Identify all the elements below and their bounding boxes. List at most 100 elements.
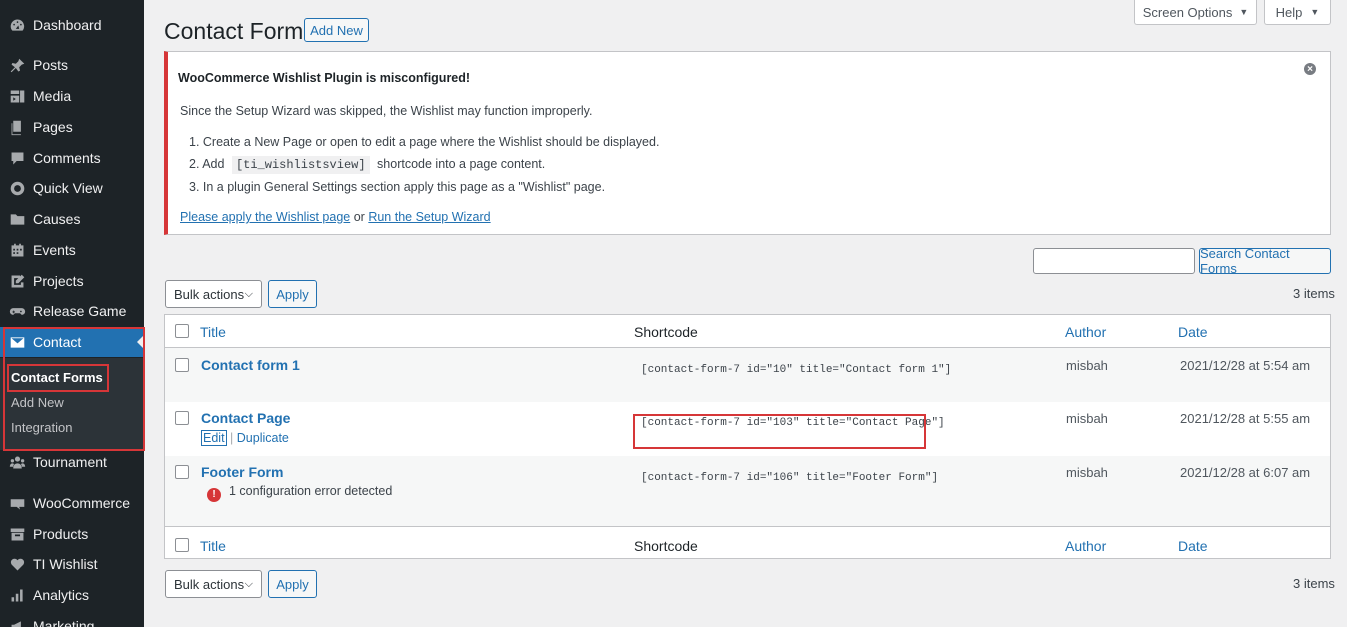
menu-products[interactable]: Products xyxy=(0,519,144,549)
apply-wishlist-page-link[interactable]: Please apply the Wishlist page xyxy=(180,210,350,224)
menu-label: Tournament xyxy=(33,454,107,470)
column-title[interactable]: Title xyxy=(200,324,226,340)
table-row: Contact Page Edit | Duplicate [contact-f… xyxy=(165,402,1330,456)
notice-step-3: 3. In a plugin General Settings section … xyxy=(189,180,606,194)
column-author[interactable]: Author xyxy=(1065,324,1106,340)
row-date: 2021/12/28 at 6:07 am xyxy=(1180,465,1311,480)
submenu-contact-forms[interactable]: Contact Forms xyxy=(11,370,103,385)
items-count-top: 3 items xyxy=(1293,286,1335,301)
menu-marketing[interactable]: Marketing xyxy=(0,611,144,627)
wishlist-notice: WooCommerce Wishlist Plugin is misconfig… xyxy=(164,51,1331,235)
menu-projects[interactable]: Projects xyxy=(0,266,144,296)
row-shortcode[interactable]: [contact-form-7 id="103" title="Contact … xyxy=(641,417,945,429)
row-title-link[interactable]: Contact Page xyxy=(201,410,290,426)
comments-icon xyxy=(7,148,27,168)
row-shortcode[interactable]: [contact-form-7 id="10" title="Contact f… xyxy=(641,364,951,376)
chevron-down-icon: ⌵ xyxy=(244,287,253,300)
contact-forms-table: Title Shortcode Author Date Contact form… xyxy=(164,314,1331,559)
row-date: 2021/12/28 at 5:55 am xyxy=(1180,411,1311,426)
search-input[interactable] xyxy=(1033,248,1195,274)
items-count-bottom: 3 items xyxy=(1293,576,1335,591)
select-all-checkbox-bottom[interactable] xyxy=(175,538,189,552)
row-checkbox[interactable] xyxy=(175,358,189,372)
dismiss-icon[interactable]: × xyxy=(1304,63,1316,75)
menu-pages[interactable]: Pages xyxy=(0,112,144,142)
row-title-link[interactable]: Footer Form xyxy=(201,464,283,480)
menu-tournament[interactable]: Tournament xyxy=(0,447,144,477)
notice-title: WooCommerce Wishlist Plugin is misconfig… xyxy=(178,71,471,85)
menu-label: Marketing xyxy=(33,618,95,627)
edit-icon xyxy=(7,271,27,291)
submenu-integration[interactable]: Integration xyxy=(11,420,72,435)
menu-events[interactable]: Events xyxy=(0,235,144,265)
select-all-checkbox[interactable] xyxy=(175,324,189,338)
notice-links: Please apply the Wishlist page or Run th… xyxy=(180,210,491,224)
caret-down-icon: ▼ xyxy=(1310,7,1320,17)
chart-icon xyxy=(7,585,27,605)
bulk-actions-label: Bulk actions xyxy=(174,286,245,302)
menu-label: Contact xyxy=(33,334,82,350)
menu-label: Analytics xyxy=(33,587,90,603)
archive-icon xyxy=(7,524,27,544)
group-icon xyxy=(7,452,27,472)
row-author[interactable]: misbah xyxy=(1066,411,1108,426)
column-date[interactable]: Date xyxy=(1178,324,1208,340)
menu-causes[interactable]: Causes xyxy=(0,204,144,234)
submenu-add-new[interactable]: Add New xyxy=(11,395,64,410)
menu-ti-wishlist[interactable]: TI Wishlist xyxy=(0,549,144,579)
column-author[interactable]: Author xyxy=(1065,538,1106,554)
menu-dashboard[interactable]: Dashboard xyxy=(0,10,144,40)
row-checkbox[interactable] xyxy=(175,411,189,425)
calendar-icon xyxy=(7,240,27,260)
help-label: Help xyxy=(1275,4,1303,20)
menu-quick-view[interactable]: Quick View xyxy=(0,173,144,203)
edit-link[interactable]: Edit xyxy=(201,430,227,446)
contact-submenu: Contact Forms Add New Integration xyxy=(0,358,144,450)
column-title[interactable]: Title xyxy=(200,538,226,554)
row-checkbox[interactable] xyxy=(175,465,189,479)
folder-icon xyxy=(7,209,27,229)
menu-label: Pages xyxy=(33,119,73,135)
menu-contact[interactable]: Contact xyxy=(0,327,144,357)
menu-label: Projects xyxy=(33,273,84,289)
apply-button-bottom[interactable]: Apply xyxy=(268,570,317,598)
run-setup-wizard-link[interactable]: Run the Setup Wizard xyxy=(368,210,490,224)
menu-posts[interactable]: Posts xyxy=(0,50,144,80)
config-error-text: 1 configuration error detected xyxy=(229,484,393,498)
search-contact-forms-button[interactable]: Search Contact Forms xyxy=(1199,246,1331,276)
row-actions-separator: | xyxy=(230,431,234,445)
pin-icon xyxy=(7,55,27,75)
mail-icon xyxy=(7,332,27,352)
menu-media[interactable]: Media xyxy=(0,81,144,111)
wishlist-shortcode: [ti_wishlistsview] xyxy=(231,156,370,174)
add-new-button[interactable]: Add New xyxy=(304,18,369,42)
menu-label: Dashboard xyxy=(33,17,102,33)
row-author[interactable]: misbah xyxy=(1066,358,1108,373)
menu-label: Posts xyxy=(33,57,69,73)
row-author[interactable]: misbah xyxy=(1066,465,1108,480)
apply-button-top[interactable]: Apply xyxy=(268,280,317,308)
row-shortcode[interactable]: [contact-form-7 id="106" title="Footer F… xyxy=(641,472,938,484)
menu-label: Products xyxy=(33,526,89,542)
menu-label: Comments xyxy=(33,150,101,166)
menu-analytics[interactable]: Analytics xyxy=(0,580,144,610)
screen-options-label: Screen Options xyxy=(1142,4,1233,20)
duplicate-link[interactable]: Duplicate xyxy=(237,431,289,445)
page-title: Contact Forms xyxy=(164,18,315,44)
notice-step-1: 1. Create a New Page or open to edit a p… xyxy=(189,135,660,149)
menu-comments[interactable]: Comments xyxy=(0,143,144,173)
menu-release-game[interactable]: Release Game xyxy=(0,296,144,326)
bulk-actions-label: Bulk actions xyxy=(174,576,245,592)
screen-options-button[interactable]: Screen Options ▼ xyxy=(1134,0,1257,25)
table-row: Contact form 1 [contact-form-7 id="10" t… xyxy=(165,348,1330,402)
menu-label: WooCommerce xyxy=(33,495,130,511)
row-title-link[interactable]: Contact form 1 xyxy=(201,357,300,373)
table-row: Footer Form ! 1 configuration error detec… xyxy=(165,456,1330,526)
help-button[interactable]: Help ▼ xyxy=(1264,0,1331,25)
bulk-actions-select-top[interactable]: Bulk actions ⌵ xyxy=(165,280,262,308)
menu-woocommerce[interactable]: WooCommerce xyxy=(0,488,144,518)
column-date[interactable]: Date xyxy=(1178,538,1208,554)
caret-down-icon: ▼ xyxy=(1239,7,1249,17)
bulk-actions-select-bottom[interactable]: Bulk actions ⌵ xyxy=(165,570,262,598)
menu-label: Quick View xyxy=(33,180,103,196)
